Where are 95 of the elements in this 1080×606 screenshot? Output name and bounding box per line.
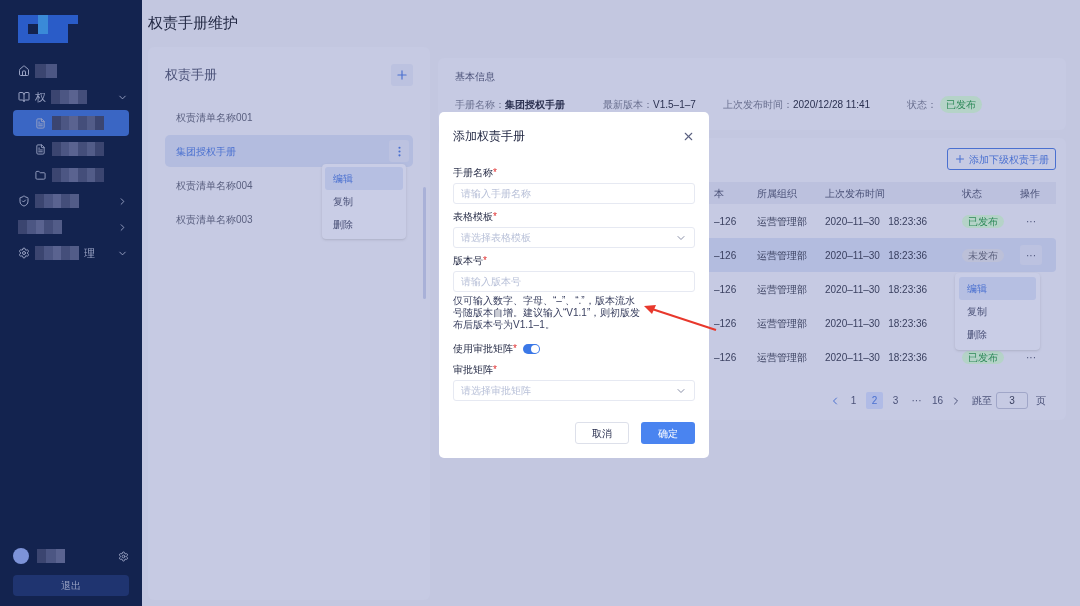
plus-icon: [954, 153, 966, 165]
column-header: 本: [714, 186, 725, 201]
table-cell-text: 运营管理部: [757, 282, 808, 297]
page-input[interactable]: 3: [996, 392, 1028, 409]
field-value: 集团授权手册: [505, 98, 565, 112]
field-label: 版本号*: [453, 254, 488, 268]
nav-icon: [18, 247, 30, 259]
field-label: 状态：: [907, 98, 937, 112]
nav-item[interactable]: 权: [0, 84, 142, 110]
field-value: 2020/12/28 11:41: [793, 98, 871, 112]
table-cell-text: 2020–11–30 18:23:36: [825, 350, 929, 365]
field-label: 上次发布时间：: [723, 98, 793, 112]
more-button[interactable]: ···: [1020, 211, 1042, 231]
status-badge: 未发布: [962, 248, 1004, 262]
table-cell-text: 2020–11–30 18:23:36: [825, 214, 929, 229]
nav-label: 理: [84, 245, 95, 261]
column-header: 所属组织: [757, 186, 798, 201]
folder-icon: [35, 169, 46, 181]
panel-title: 权责手册: [165, 66, 217, 85]
section-title: 基本信息: [455, 70, 496, 84]
field-label: 表格模板*: [453, 210, 498, 224]
menu-item[interactable]: 复制: [325, 190, 403, 213]
redacted-block: [35, 64, 57, 78]
cancel-button[interactable]: 取消: [575, 422, 629, 444]
settings-icon[interactable]: [118, 550, 129, 562]
table-cell-text: –126: [714, 316, 738, 331]
status-badge: 已发布: [962, 350, 1004, 364]
nav-icon: [18, 65, 30, 77]
logout-button[interactable]: 退出: [13, 575, 129, 596]
menu-item[interactable]: 删除: [325, 213, 403, 236]
more-button[interactable]: ···: [1020, 347, 1042, 367]
nav-item[interactable]: 理: [0, 240, 142, 266]
nav-subitem[interactable]: [13, 110, 129, 136]
redacted-block: [52, 116, 104, 130]
more-icon[interactable]: [389, 140, 409, 162]
table-cell-text: –126: [714, 350, 738, 365]
logo-drawing: [18, 15, 78, 43]
table-cell-text: 运营管理部: [757, 350, 808, 365]
page-button[interactable]: ···: [908, 392, 925, 409]
page-button[interactable]: 16: [929, 392, 946, 409]
redacted-block: [52, 168, 104, 182]
more-button[interactable]: ···: [1020, 245, 1042, 265]
page-button[interactable]: 1: [845, 392, 862, 409]
redacted-block: [18, 220, 62, 234]
handbook-item[interactable]: 集团授权手册: [176, 143, 236, 159]
table-cell-text: –126: [714, 248, 738, 263]
toggle-switch[interactable]: [522, 343, 540, 354]
plus-icon: [395, 68, 409, 82]
nav-icon: [18, 91, 30, 103]
table-cell-text: –126: [714, 214, 738, 229]
handbook-item[interactable]: 权责清单名称004: [176, 177, 253, 193]
redacted-block: [37, 549, 65, 563]
page-button[interactable]: 3: [887, 392, 904, 409]
column-header: 操作: [1020, 186, 1041, 201]
table-cell-text: 2020–11–30 18:23:36: [825, 248, 929, 263]
column-header: 上次发布时间: [825, 186, 886, 201]
table-cell-text: 运营管理部: [757, 316, 808, 331]
hint-text: 仅可输入数字、字母、“–”、“.”，版本流水号随版本自增。建议输入“V1.1”，则初版发布后版本号为V1.1–1。: [453, 295, 642, 331]
add-child-button[interactable]: 添加下级权责手册: [947, 148, 1056, 170]
menu-item[interactable]: 编辑: [325, 167, 403, 190]
field-label: 审批矩阵*: [453, 363, 498, 377]
document-icon: [35, 143, 46, 155]
table-cell-text: 2020–11–30 18:23:36: [825, 316, 929, 331]
table-cell-text: –126: [714, 282, 738, 297]
dialog-title: 添加权责手册: [453, 128, 525, 145]
confirm-button[interactable]: 确定: [641, 422, 695, 444]
handbook-item[interactable]: 权责清单名称001: [176, 109, 253, 125]
table-cell-text: 运营管理部: [757, 248, 808, 263]
redacted-block: [35, 194, 79, 208]
field-label: 使用审批矩阵*: [453, 342, 517, 356]
document-icon: [35, 117, 46, 129]
page-button[interactable]: 2: [866, 392, 883, 409]
add-button[interactable]: [391, 64, 413, 86]
menu-item[interactable]: 复制: [959, 300, 1036, 323]
page-title: 权责手册维护: [148, 13, 238, 34]
avatar: [13, 548, 29, 564]
menu-item[interactable]: 编辑: [959, 277, 1036, 300]
table-cell-text: 运营管理部: [757, 214, 808, 229]
field-label: 手册名称*: [453, 166, 498, 180]
page-unit: 页: [1036, 394, 1046, 408]
handbook-item[interactable]: 权责清单名称003: [176, 211, 253, 227]
redacted-block: [52, 142, 104, 156]
redacted-block: [35, 246, 79, 260]
nav-icon: [18, 195, 30, 207]
nav-label: 权: [35, 89, 46, 105]
menu-item[interactable]: 删除: [959, 323, 1036, 346]
redacted-block: [51, 90, 87, 104]
status-badge: 已发布: [962, 214, 1004, 228]
table-cell-text: 2020–11–30 18:23:36: [825, 282, 929, 297]
column-header: 状态: [962, 186, 983, 201]
status-badge: 已发布: [940, 96, 982, 113]
field-label: 手册名称：: [455, 98, 505, 112]
jump-label: 跳至: [972, 394, 992, 408]
field-value: V1.5–1–7: [653, 98, 696, 112]
field-label: 最新版本：: [603, 98, 653, 112]
